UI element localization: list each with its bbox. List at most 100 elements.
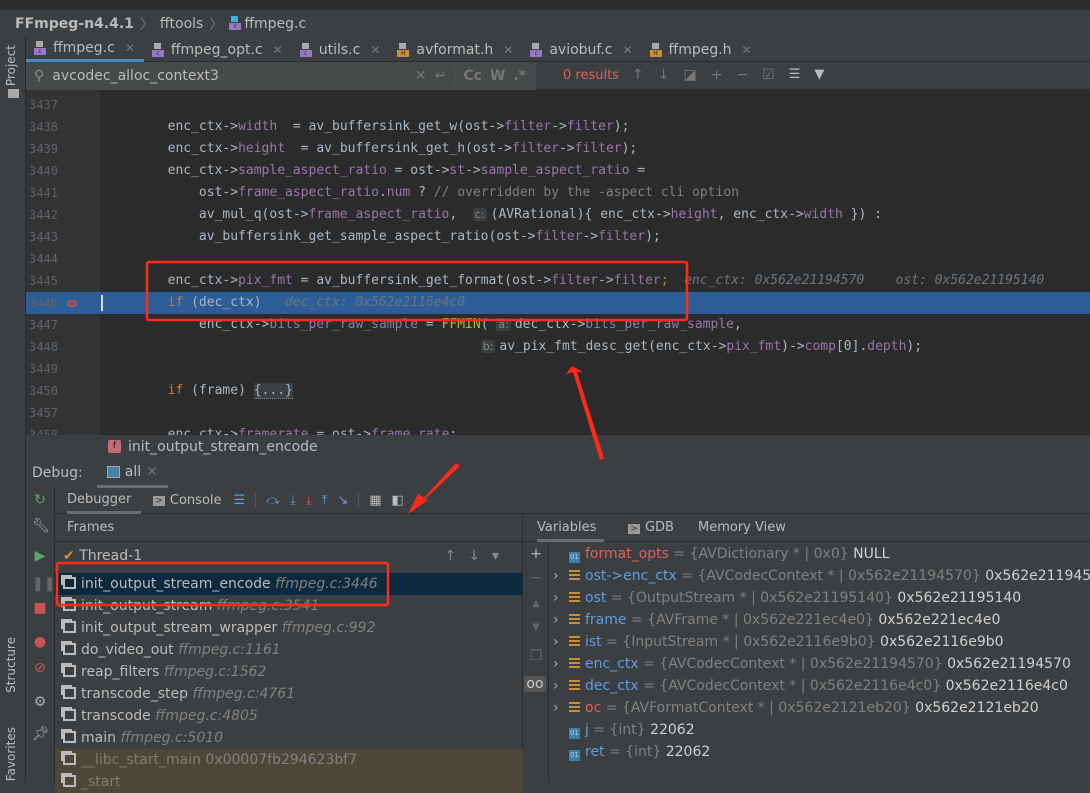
mute-breakpoints-icon[interactable]: ⊘ <box>32 660 48 676</box>
match-case-toggle[interactable]: Cc <box>454 68 482 84</box>
filter-icon[interactable]: ▼ <box>814 67 824 83</box>
favorites-tool-button[interactable]: Favorites <box>4 727 18 781</box>
frame-item[interactable]: do_video_out ffmpeg.c:1161 <box>55 639 523 661</box>
search-input[interactable]: avcodec_alloc_context3 <box>52 68 407 84</box>
code-line[interactable]: 3457 <box>26 402 1090 424</box>
frame-item[interactable]: init_output_stream_encode ffmpeg.c:3446 <box>55 573 523 595</box>
expand-chevron-icon[interactable]: › <box>553 609 569 631</box>
close-tab-icon[interactable]: ✕ <box>273 43 283 57</box>
code-line[interactable]: 3441 ost->frame_aspect_ratio.num ? // ov… <box>26 182 1090 204</box>
search-icon[interactable]: ⚲ <box>34 68 44 84</box>
frame-item[interactable]: __libc_start_main 0x00007fb294623bf7 <box>55 749 523 771</box>
stop-icon[interactable]: ■ <box>32 600 48 616</box>
tab-debugger[interactable]: Debugger <box>67 488 142 514</box>
step-out-icon[interactable]: ⤒ <box>322 493 328 508</box>
code-line[interactable]: 3458 enc_ctx->framerate = ost->frame_rat… <box>26 424 1090 435</box>
tab-ffmpeg_opt-c[interactable]: c ffmpeg_opt.c ✕ <box>144 37 292 62</box>
expand-chevron-icon[interactable]: › <box>553 675 569 697</box>
variable-row[interactable]: 01 format_opts = {AVDictionary * | 0x0} N… <box>553 543 889 565</box>
menu-icon[interactable]: ☰ <box>234 493 246 508</box>
close-icon[interactable]: ✕ <box>146 464 158 480</box>
resume-icon[interactable]: ▶ <box>32 548 48 564</box>
tab-variables[interactable]: Variables <box>537 514 605 542</box>
step-into-icon[interactable]: ⤓ <box>290 493 296 508</box>
method-breadcrumb[interactable]: f init_output_stream_encode <box>26 435 1090 458</box>
structure-tool-button[interactable]: Structure <box>4 637 18 693</box>
code-line[interactable]: 3438 enc_ctx->width = av_buffersink_get_… <box>26 116 1090 138</box>
close-tab-icon[interactable]: ✕ <box>622 43 632 57</box>
close-tab-icon[interactable]: ✕ <box>125 41 135 55</box>
frame-item[interactable]: transcode ffmpeg.c:4805 <box>55 705 523 727</box>
copy-icon[interactable]: ❐ <box>528 648 544 664</box>
code-line[interactable]: 3442 av_mul_q(ost->frame_aspect_ratio, c… <box>26 204 1090 226</box>
tab-console[interactable]: > Console <box>151 488 223 514</box>
thread-nav-icons[interactable]: ↑↓▾ <box>445 545 512 567</box>
next-occurrence-icon[interactable]: ↓ <box>658 67 670 83</box>
thread-selector[interactable]: ✔ Thread-1 ↑↓▾ <box>55 545 523 567</box>
frame-item[interactable]: transcode_step ffmpeg.c:4761 <box>55 683 523 705</box>
breadcrumb-project[interactable]: FFmpeg-n4.4.1 <box>15 16 134 32</box>
breakpoint-icon[interactable] <box>67 300 77 307</box>
code-line[interactable]: 3445 enc_ctx->pix_fmt = av_buffersink_ge… <box>26 270 1090 292</box>
code-line[interactable]: 3449 <box>26 358 1090 380</box>
pin-icon[interactable]: 📌︎ <box>32 726 50 742</box>
force-step-into-icon[interactable]: ⤓ <box>306 493 312 508</box>
layout-icon[interactable]: ◧ <box>392 493 404 508</box>
expand-chevron-icon[interactable]: › <box>553 565 569 587</box>
variable-row[interactable]: › enc_ctx = {AVCodecContext * | 0x562e211… <box>553 653 1071 675</box>
variable-row[interactable]: 01 ret = {int} 22062 <box>553 741 710 763</box>
variable-row[interactable]: › oc = {AVFormatContext * | 0x562e2121eb2… <box>553 697 1039 719</box>
previous-occurrence-icon[interactable]: ↑ <box>632 67 644 83</box>
close-tab-icon[interactable]: ✕ <box>503 43 513 57</box>
tab-aviobuf-c[interactable]: c aviobuf.c ✕ <box>522 37 641 62</box>
select-all-occurrences-icon[interactable]: ◪ <box>683 67 696 83</box>
frame-item[interactable]: reap_filters ffmpeg.c:1562 <box>55 661 523 683</box>
code-editor[interactable]: 3437 3438 enc_ctx->width = av_buffersink_… <box>26 90 1090 435</box>
close-tab-icon[interactable]: ✕ <box>742 43 752 57</box>
select-all-checkbox-icon[interactable]: ☑ <box>762 67 775 83</box>
frame-item[interactable]: main ffmpeg.c:5010 <box>55 727 523 749</box>
pause-icon[interactable]: ❚❚ <box>32 576 55 592</box>
code-line[interactable]: 3444 <box>26 248 1090 270</box>
code-line[interactable]: 3439 enc_ctx->height = av_buffersink_get… <box>26 138 1090 160</box>
code-line[interactable]: 3437 <box>26 94 1090 116</box>
folded-code[interactable]: {...} <box>253 383 293 399</box>
tab-memory-view[interactable]: Memory View <box>698 520 786 535</box>
clear-icon[interactable]: ✕ <box>415 68 427 84</box>
variable-row[interactable]: › ist = {InputStream * | 0x562e2116e9b0} … <box>553 631 1004 653</box>
regex-toggle[interactable]: .* <box>513 68 526 84</box>
expand-chevron-icon[interactable]: › <box>553 587 569 609</box>
tab-ffmpeg-h[interactable]: Hffmpeg.h ✕ <box>642 37 761 62</box>
move-up-icon[interactable]: ▲ <box>528 598 544 609</box>
code-line[interactable]: 3446 if (dec_ctx) dec_ctx: 0x562e2116e4c… <box>26 292 1090 314</box>
settings-icon[interactable]: ⚙ <box>32 694 48 710</box>
add-watch-icon[interactable]: + <box>528 546 544 562</box>
variable-row[interactable]: › frame = {AVFrame * | 0x562e221ec4e0} 0x… <box>553 609 1000 631</box>
frame-item[interactable]: init_output_stream ffmpeg.c:3541 <box>55 595 523 617</box>
expand-chevron-icon[interactable]: › <box>553 653 569 675</box>
code-line[interactable]: 3450 if (frame) {...} <box>26 380 1090 402</box>
close-tab-icon[interactable]: ✕ <box>370 43 380 57</box>
frame-item[interactable]: _start <box>55 771 523 793</box>
add-occurrence-icon[interactable]: + <box>711 67 723 83</box>
variable-row[interactable]: › ost->enc_ctx = {AVCodecContext * | 0x56… <box>553 565 1090 587</box>
code-line[interactable]: 3447 enc_ctx->bits_per_raw_sample = FFMI… <box>26 314 1090 336</box>
expand-chevron-icon[interactable]: › <box>553 631 569 653</box>
remove-watch-icon[interactable]: − <box>528 570 544 586</box>
settings-wrench-icon[interactable]: 🔧︎ <box>32 518 50 534</box>
view-breakpoints-icon[interactable]: ● <box>32 634 48 650</box>
tab-ffmpeg-c[interactable]: c ffmpeg.c ✕ <box>26 37 144 62</box>
code-line[interactable]: 3443 av_buffersink_get_sample_aspect_rat… <box>26 226 1090 248</box>
debug-session-tab[interactable]: all ✕ <box>96 458 168 488</box>
expand-chevron-icon[interactable]: › <box>553 697 569 719</box>
tab-avformat-h[interactable]: Havformat.h ✕ <box>389 37 522 62</box>
variable-row[interactable]: › ost = {OutputStream * | 0x562e21195140}… <box>553 587 1021 609</box>
rerun-icon[interactable]: ↻ <box>32 492 48 508</box>
step-over-icon[interactable]: ⤼ <box>255 493 280 508</box>
words-toggle[interactable]: W <box>490 68 505 84</box>
evaluate-expression-icon[interactable]: ▦ <box>358 493 382 508</box>
show-watches-icon[interactable]: oo <box>524 676 546 692</box>
frame-item[interactable]: init_output_stream_wrapper ffmpeg.c:992 <box>55 617 523 639</box>
move-down-icon[interactable]: ▼ <box>528 622 544 633</box>
remove-occurrence-icon[interactable]: − <box>736 67 748 83</box>
